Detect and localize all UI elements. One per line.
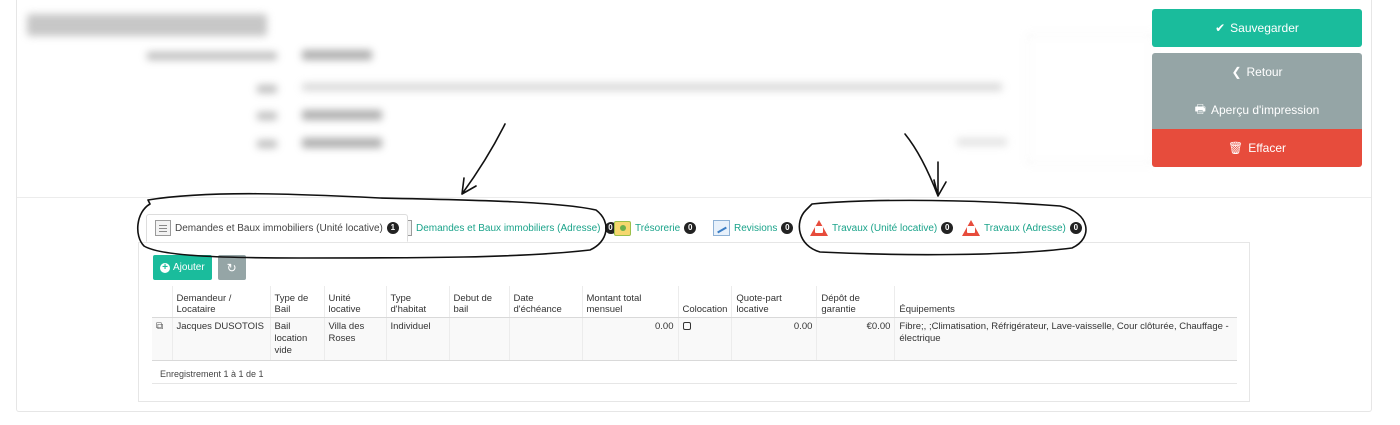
tab-bar: Demandes et Baux immobiliers (Unité loca… [138,214,1378,242]
column-header[interactable]: Dépôt de garantie [816,286,896,318]
start-date-cell [449,317,510,361]
print-preview-button[interactable]: 🖶 Aperçu d'impression [1152,91,1362,129]
column-header[interactable]: Type de Bail [270,286,325,318]
check-icon: ✔ [1215,21,1226,35]
tab-panel: + Ajouter ↻ Demandeur / Locataire Type d… [138,242,1250,402]
roadwork-warning-icon [962,220,980,236]
plus-circle-icon: + [160,262,170,273]
action-buttons: ✔ Sauvegarder ❮ Retour 🖶 Aperçu d'impres… [1152,9,1362,167]
leases-table: Demandeur / Locataire Type de Bail Unité… [152,286,1237,361]
tab-count-badge: 0 [781,222,794,234]
unit-cell: Villa des Roses [324,317,387,361]
blurred-label [257,140,277,148]
chevron-left-icon: ❮ [1231,65,1242,79]
add-label: Ajouter [173,262,205,273]
column-header[interactable]: Montant total mensuel [582,286,679,318]
back-label: Retour [1246,65,1283,79]
printer-icon: 🖶 [1194,101,1206,116]
edit-row-button[interactable]: ⧉ [152,317,173,361]
tab-travaux-unite[interactable]: Travaux (Unité locative) 0 [810,214,954,242]
tab-label: Trésorerie [635,222,681,234]
delete-label: Effacer [1248,141,1287,155]
equipment-cell: Fibre;, ;Climatisation, Réfrigérateur, L… [894,317,1237,361]
roadwork-warning-icon [810,220,828,236]
tab-label: Revisions [734,222,778,234]
blurred-value [302,83,1002,91]
table-footer: Enregistrement 1 à 1 de 1 [152,364,1237,384]
tab-revisions[interactable]: Revisions 0 [713,214,794,242]
column-header[interactable]: Date d'échéance [509,286,583,318]
blurred-value [302,50,372,60]
refresh-button[interactable]: ↻ [217,255,246,280]
blurred-label [257,112,277,120]
blurred-value [957,138,1007,146]
tab-label: Demandes et Baux immobiliers (Unité loca… [175,222,383,234]
column-header[interactable]: Type d'habitat [386,286,450,318]
column-header[interactable]: Colocation [678,286,733,318]
tab-count-badge: 0 [684,222,697,234]
colocation-cell [678,317,733,361]
tab-travaux-adresse[interactable]: Travaux (Adresse) 0 [962,214,1082,242]
refresh-icon: ↻ [226,260,237,275]
tab-baux-unite[interactable]: Demandes et Baux immobiliers (Unité loca… [146,214,408,242]
end-date-cell [509,317,583,361]
column-header[interactable]: Unité locative [324,286,387,318]
tab-label: Travaux (Unité locative) [832,222,938,234]
tab-count-badge: 0 [941,222,954,234]
blurred-value [302,110,382,120]
tab-count-badge: 1 [386,222,399,234]
treasury-icon [614,220,631,236]
edit-column-header [152,286,173,318]
share-cell: 0.00 [731,317,818,361]
back-button[interactable]: ❮ Retour [1152,53,1362,91]
save-button[interactable]: ✔ Sauvegarder [1152,9,1362,47]
blurred-label [147,52,277,60]
blurred-form [17,0,1153,190]
blurred-side-card [1027,34,1153,164]
save-label: Sauvegarder [1230,21,1299,35]
add-button[interactable]: + Ajouter [153,255,212,280]
blurred-title [27,14,267,36]
monthly-total-cell: 0.00 [582,317,679,361]
tab-count-badge: 0 [1069,222,1082,234]
tenant-cell: Jacques DUSOTOIS [172,317,271,361]
lease-type-cell: Bail location vide [270,317,325,361]
table-row: ⧉ Jacques DUSOTOIS Bail location vide Vi… [152,317,1237,361]
deposit-cell: €0.00 [816,317,896,361]
tab-label: Travaux (Adresse) [984,222,1066,234]
external-edit-icon: ⧉ [156,320,164,332]
print-label: Aperçu d'impression [1210,103,1320,117]
delete-button[interactable]: 🗑 Effacer [1152,129,1362,167]
document-icon [155,220,171,236]
table-header-row: Demandeur / Locataire Type de Bail Unité… [152,286,1237,318]
tab-label: Demandes et Baux immobiliers (Adresse) [416,222,601,234]
blurred-value [302,138,382,148]
revision-chart-icon [713,220,730,236]
tab-tresorerie[interactable]: Trésorerie 0 [614,214,697,242]
column-header[interactable]: Demandeur / Locataire [172,286,271,318]
trash-icon: 🗑 [1227,141,1244,155]
tab-baux-adresse[interactable]: Demandes et Baux immobiliers (Adresse) 0 [396,214,617,242]
column-header[interactable]: Quote-part locative [731,286,818,318]
colocation-checkbox[interactable] [682,321,691,330]
habitat-cell: Individuel [386,317,450,361]
table-toolbar: + Ajouter ↻ [153,255,246,280]
column-header[interactable]: Équipements [894,286,1237,318]
blurred-label [257,85,277,93]
column-header[interactable]: Debut de bail [449,286,510,318]
